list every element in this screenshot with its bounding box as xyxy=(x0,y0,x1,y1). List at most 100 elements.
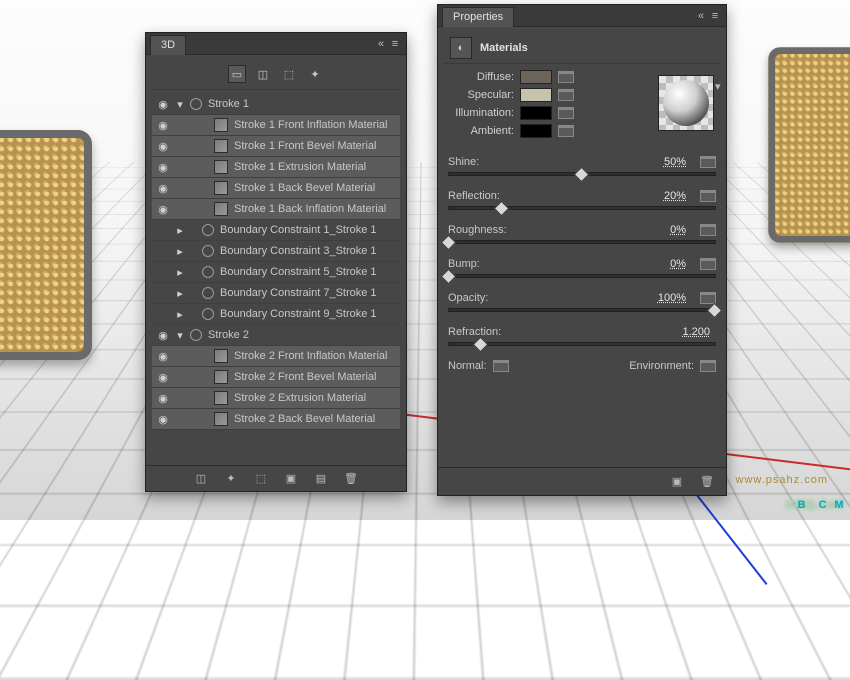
visibility-eye-icon[interactable]: ◉ xyxy=(154,98,172,111)
slider-thumb[interactable] xyxy=(494,201,510,217)
chevron-icon[interactable]: ▸ xyxy=(174,308,186,321)
tree-row[interactable]: ▸Boundary Constraint 5_Stroke 1 xyxy=(152,262,400,283)
slider-thumb[interactable] xyxy=(574,167,590,183)
add-light-icon[interactable]: ✦ xyxy=(222,470,240,488)
texture-folder-icon[interactable] xyxy=(700,190,716,202)
slider-value[interactable]: 0% xyxy=(646,258,686,270)
slider-track[interactable] xyxy=(448,274,716,278)
tab-3d[interactable]: 3D xyxy=(150,35,186,55)
tree-row[interactable]: ◉Stroke 1 Extrusion Material xyxy=(152,157,400,178)
slider-thumb[interactable] xyxy=(473,337,489,353)
add-mesh-icon[interactable]: ◫ xyxy=(192,470,210,488)
color-swatch[interactable] xyxy=(520,88,552,102)
materials-icon[interactable]: ◐ xyxy=(450,37,472,59)
render-icon[interactable]: ▣ xyxy=(282,470,300,488)
tree-row[interactable]: ▸Boundary Constraint 9_Stroke 1 xyxy=(152,304,400,325)
visibility-eye-icon[interactable]: ◉ xyxy=(154,413,172,426)
visibility-eye-icon[interactable]: ◉ xyxy=(154,203,172,216)
texture-folder-icon[interactable] xyxy=(558,89,574,101)
texture-folder-icon[interactable] xyxy=(700,156,716,168)
color-swatch[interactable] xyxy=(520,124,552,138)
tree-row[interactable]: ▸Boundary Constraint 3_Stroke 1 xyxy=(152,241,400,262)
tree-row[interactable]: ◉Stroke 2 Extrusion Material xyxy=(152,388,400,409)
chevron-icon[interactable]: ▸ xyxy=(174,266,186,279)
add-camera-icon[interactable]: ⬚ xyxy=(252,470,270,488)
slider-track[interactable] xyxy=(448,172,716,176)
slider-label: Bump: xyxy=(448,258,480,270)
color-swatch[interactable] xyxy=(520,70,552,84)
chevron-icon[interactable]: ▾ xyxy=(174,329,186,342)
tab-properties[interactable]: Properties xyxy=(442,7,514,27)
visibility-eye-icon[interactable]: ◉ xyxy=(154,350,172,363)
render-settings-icon[interactable]: ▣ xyxy=(668,473,686,491)
tree-row[interactable]: ◉Stroke 1 Front Bevel Material xyxy=(152,136,400,157)
slider-block: Reflection: 20% xyxy=(448,190,716,210)
texture-folder-icon[interactable] xyxy=(558,107,574,119)
slider-track[interactable] xyxy=(448,206,716,210)
material-icon xyxy=(214,349,228,363)
chevron-icon[interactable]: ▸ xyxy=(174,287,186,300)
tree-row[interactable]: ◉Stroke 1 Back Inflation Material xyxy=(152,199,400,220)
texture-folder-icon[interactable] xyxy=(700,258,716,270)
color-swatch[interactable] xyxy=(520,106,552,120)
slider-track[interactable] xyxy=(448,342,716,346)
texture-folder-icon[interactable] xyxy=(558,125,574,137)
normal-folder-icon[interactable] xyxy=(493,360,509,372)
panel-tabs: Properties « ≡ xyxy=(438,5,726,27)
filter-meshes-icon[interactable]: ◫ xyxy=(254,65,272,83)
visibility-eye-icon[interactable]: ◉ xyxy=(154,140,172,153)
slider-block: Refraction:1.200 xyxy=(448,326,716,346)
chevron-icon[interactable]: ▸ xyxy=(174,245,186,258)
chevron-icon[interactable]: ▾ xyxy=(174,98,186,111)
preview-dropdown-icon[interactable]: ▾ xyxy=(715,80,726,92)
slider-thumb[interactable] xyxy=(441,235,457,251)
collapse-icon[interactable]: « xyxy=(374,37,388,51)
slider-value[interactable]: 0% xyxy=(646,224,686,236)
mesh-icon xyxy=(202,224,214,236)
material-icon xyxy=(214,139,228,153)
visibility-eye-icon[interactable]: ◉ xyxy=(154,119,172,132)
delete-icon[interactable]: 🗑 xyxy=(342,470,360,488)
visibility-eye-icon[interactable]: ◉ xyxy=(154,161,172,174)
tree-row[interactable]: ◉▾Stroke 2 xyxy=(152,325,400,346)
tree-row[interactable]: ◉ Stroke 2 Front Inflation Material xyxy=(152,346,400,367)
filter-lights-icon[interactable]: ✦ xyxy=(306,65,324,83)
tree-row[interactable]: ▸ Boundary Constraint 1_Stroke 1 xyxy=(152,220,400,241)
visibility-eye-icon[interactable]: ◉ xyxy=(154,392,172,405)
filter-scene-icon[interactable]: ▭ xyxy=(228,65,246,83)
slider-value[interactable]: 1.200 xyxy=(670,326,710,338)
texture-folder-icon[interactable] xyxy=(558,71,574,83)
new-layer-icon[interactable]: ▤ xyxy=(312,470,330,488)
tree-row[interactable]: ◉Stroke 2 Front Bevel Material xyxy=(152,367,400,388)
collapse-icon[interactable]: « xyxy=(694,9,708,23)
panel-menu-icon[interactable]: ≡ xyxy=(708,9,722,23)
tree-item-label: Stroke 2 Front Inflation Material xyxy=(234,350,396,362)
slider-value[interactable]: 100% xyxy=(646,292,686,304)
tree-row[interactable]: ◉Stroke 2 Back Bevel Material xyxy=(152,409,400,430)
filter-toolbar: ▭ ◫ ⬚ ✦ xyxy=(152,61,400,90)
tree-item-label: Boundary Constraint 1_Stroke 1 xyxy=(220,224,396,236)
filter-materials-icon[interactable]: ⬚ xyxy=(280,65,298,83)
slider-value[interactable]: 20% xyxy=(646,190,686,202)
swatch-label: Diffuse: xyxy=(444,71,514,83)
texture-folder-icon[interactable] xyxy=(700,224,716,236)
panel-tabs: 3D « ≡ xyxy=(146,33,406,55)
panel-menu-icon[interactable]: ≡ xyxy=(388,37,402,51)
slider-track[interactable] xyxy=(448,308,716,312)
slider-thumb[interactable] xyxy=(707,303,723,319)
visibility-eye-icon[interactable]: ◉ xyxy=(154,329,172,342)
delete-icon[interactable]: 🗑 xyxy=(698,473,716,491)
slider-thumb[interactable] xyxy=(441,269,457,285)
tree-row[interactable]: ◉Stroke 1 Front Inflation Material xyxy=(152,115,400,136)
visibility-eye-icon[interactable]: ◉ xyxy=(154,371,172,384)
tree-row[interactable]: ◉▾Stroke 1 xyxy=(152,94,400,115)
chevron-icon[interactable]: ▸ xyxy=(174,224,186,237)
tree-row[interactable]: ◉Stroke 1 Back Bevel Material xyxy=(152,178,400,199)
slider-value[interactable]: 50% xyxy=(646,156,686,168)
material-preview[interactable]: ▾ xyxy=(658,75,714,131)
slider-label: Reflection: xyxy=(448,190,500,202)
visibility-eye-icon[interactable]: ◉ xyxy=(154,182,172,195)
environment-folder-icon[interactable] xyxy=(700,360,716,372)
slider-track[interactable] xyxy=(448,240,716,244)
tree-row[interactable]: ▸Boundary Constraint 7_Stroke 1 xyxy=(152,283,400,304)
